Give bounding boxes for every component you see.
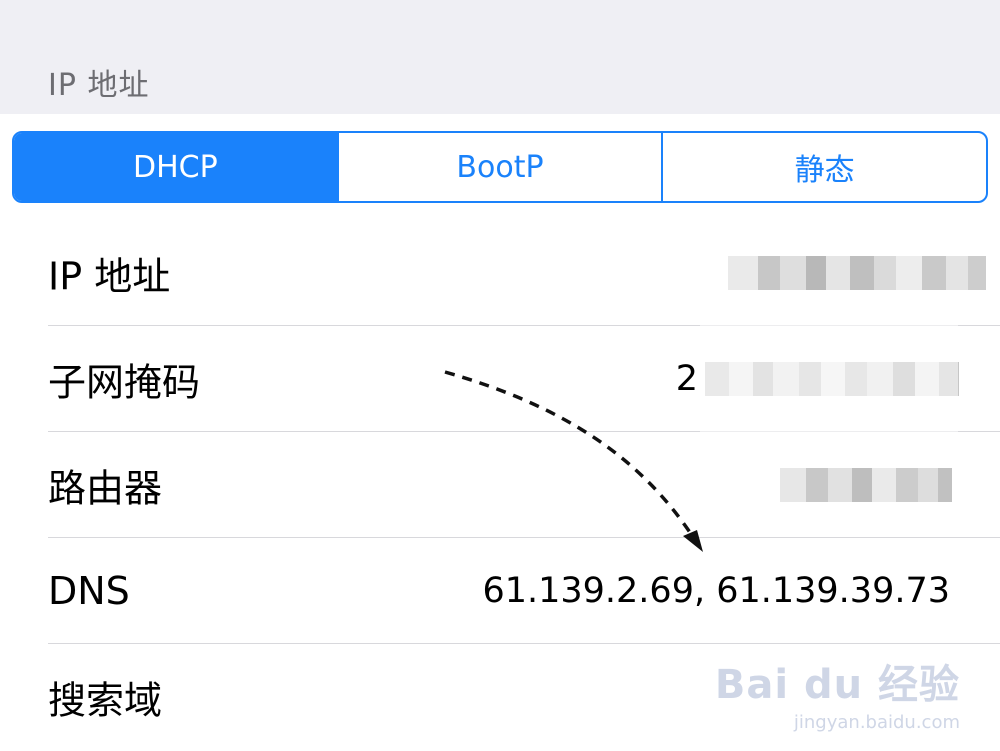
ip-mode-segmented-control[interactable]: DHCP BootP 静态: [12, 131, 988, 203]
segment-bootp[interactable]: BootP: [336, 133, 662, 201]
dns-value: 61.139.2.69, 61.139.39.73: [482, 571, 950, 611]
segment-dhcp[interactable]: DHCP: [14, 133, 337, 201]
baidu-jingyan-watermark: Bai du 经验 jingyan.baidu.com: [715, 652, 960, 733]
row-router: 路由器: [0, 432, 1000, 538]
section-title: IP 地址: [48, 68, 150, 103]
redaction-overlay: [700, 322, 958, 442]
search-domains-label: 搜索域: [48, 678, 163, 723]
watermark-url: jingyan.baidu.com: [793, 712, 960, 733]
subnet-mask-label: 子网掩码: [48, 360, 201, 405]
ip-address-value-redacted: [728, 256, 986, 290]
row-ip-address: IP 地址: [0, 220, 1000, 326]
watermark-logo: Bai du 经验: [714, 662, 960, 708]
segment-static[interactable]: 静态: [661, 133, 986, 201]
subnet-mask-value: 2: [675, 359, 698, 399]
router-label: 路由器: [48, 466, 163, 511]
dns-label: DNS: [48, 569, 130, 613]
router-value-redacted: [780, 468, 952, 502]
section-header: IP 地址: [0, 0, 1000, 114]
ip-address-label: IP 地址: [48, 254, 171, 299]
row-dns: DNS 61.139.2.69, 61.139.39.73: [0, 538, 1000, 644]
